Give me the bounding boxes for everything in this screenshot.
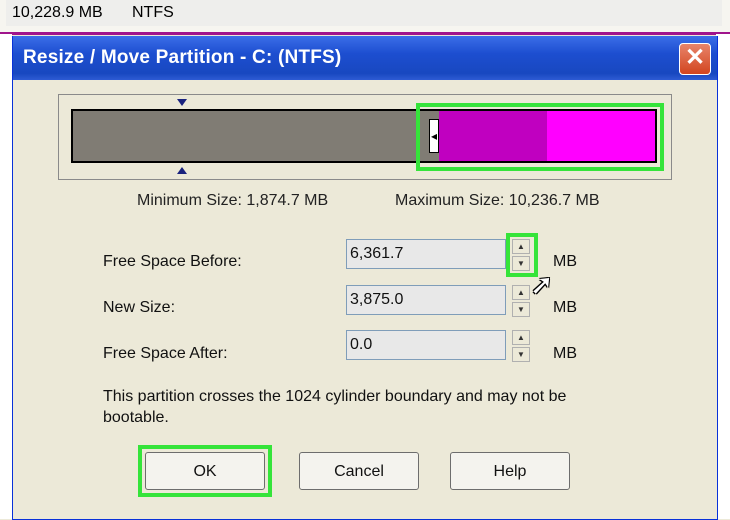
- free-space-after-spinner[interactable]: ▲ ▼: [512, 330, 530, 362]
- close-icon: ✕: [684, 44, 706, 71]
- dialog-titlebar[interactable]: Resize / Move Partition - C: (NTFS) ✕: [13, 36, 717, 80]
- free-space-before-label: Free Space Before:: [103, 253, 242, 270]
- partition-end-marker-icon: [177, 167, 187, 174]
- spin-down-icon[interactable]: ▼: [512, 347, 530, 362]
- free-space-after-input[interactable]: [346, 330, 506, 360]
- partition-start-marker-icon: [177, 99, 187, 106]
- minimum-size-label: Minimum Size: 1,874.7 MB: [137, 192, 329, 209]
- maximum-size-label: Maximum Size: 10,236.7 MB: [395, 192, 600, 209]
- background-window-strip: 10,228.9 MB NTFS: [0, 0, 730, 35]
- spin-up-icon[interactable]: ▲: [512, 285, 530, 300]
- bg-size-cell: 10,228.9 MB: [6, 0, 130, 26]
- boot-warning-note: This partition crosses the 1024 cylinder…: [103, 388, 567, 426]
- background-right-edge: [716, 34, 730, 519]
- unit-label: MB: [553, 253, 577, 270]
- partition-map: ◂: [58, 94, 672, 180]
- spin-down-icon[interactable]: ▼: [512, 302, 530, 317]
- new-size-label: New Size:: [103, 299, 176, 316]
- mouse-cursor-icon: ➚: [530, 269, 554, 300]
- close-button[interactable]: ✕: [679, 43, 711, 75]
- new-size-input[interactable]: [346, 285, 506, 315]
- unit-label: MB: [553, 345, 577, 362]
- partition-highlight-box: [416, 103, 664, 171]
- unit-label: MB: [553, 299, 577, 316]
- dialog-title: Resize / Move Partition - C: (NTFS): [23, 47, 342, 68]
- free-space-after-label: Free Space After:: [103, 345, 228, 362]
- background-left-edge: [0, 34, 12, 519]
- free-space-before-input[interactable]: [346, 239, 506, 269]
- bg-filesystem-cell: NTFS: [126, 0, 722, 26]
- ok-highlight-box: [138, 445, 272, 497]
- new-size-spinner[interactable]: ▲ ▼: [512, 285, 530, 317]
- cancel-button[interactable]: Cancel: [299, 452, 419, 490]
- resize-move-dialog: Resize / Move Partition - C: (NTFS) ✕ ◂ …: [12, 36, 718, 520]
- help-button[interactable]: Help: [450, 452, 570, 490]
- spin-up-icon[interactable]: ▲: [512, 330, 530, 345]
